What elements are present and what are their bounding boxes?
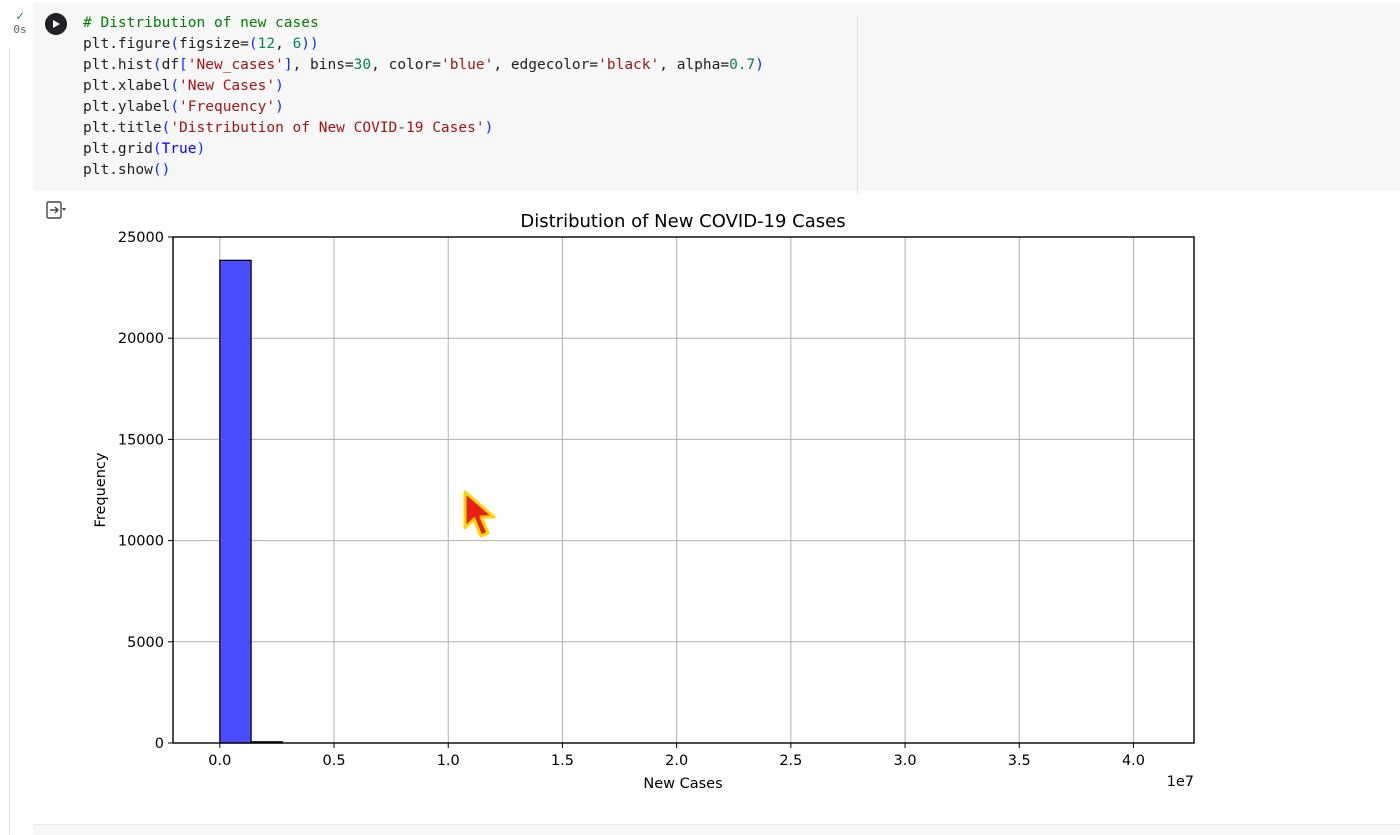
code-line: plt.figure(figsize=(12, 6))	[83, 34, 764, 55]
code-token: ()	[152, 162, 171, 178]
run-cell-button[interactable]	[45, 13, 67, 35]
code-token: figsize=	[179, 36, 249, 52]
x-tick-label: 4.0	[1122, 753, 1145, 769]
code-token: plt.title	[83, 120, 162, 136]
code-line: plt.ylabel('Frequency')	[83, 97, 764, 118]
code-token: 'New_cases'	[187, 57, 284, 73]
code-token: , color=	[371, 57, 441, 73]
code-token: True	[161, 141, 197, 157]
code-token: 'blue'	[440, 57, 494, 73]
histogram-bars	[219, 259, 284, 744]
code-token: plt.xlabel	[83, 78, 171, 94]
y-axis-label: Frequency	[93, 452, 109, 527]
cell-gutter-line	[9, 48, 10, 834]
code-token: ]	[283, 57, 293, 73]
code-token: 12	[257, 36, 276, 52]
y-tick-label: 5000	[127, 635, 164, 651]
y-tick-label: 20000	[118, 331, 164, 347]
x-tick-label: 0.0	[208, 753, 231, 769]
code-line: plt.hist(df['New_cases'], bins=30, color…	[83, 55, 764, 76]
x-tick-label: 2.5	[779, 753, 802, 769]
code-token: 'New Cases'	[179, 78, 276, 94]
axis-ticks: 0.0 0.5 1.0 1.5 2.0 2.5 3.0 3.5 4.0 0 5000 10000 150…	[118, 230, 1145, 769]
code-token: )	[196, 141, 206, 157]
output-actions-icon[interactable]	[44, 199, 68, 221]
x-axis-label: New Cases	[643, 776, 722, 792]
code-token: )	[755, 57, 765, 73]
execution-status: ✓ 0s	[8, 10, 32, 36]
code-token: )	[275, 99, 284, 115]
grid-lines	[173, 236, 1194, 744]
execution-time: 0s	[13, 23, 27, 36]
chart-title: Distribution of New COVID-19 Cases	[520, 211, 845, 232]
code-token: 0.7	[729, 57, 756, 73]
code-token: (	[152, 57, 162, 73]
code-line: plt.title('Distribution of New COVID-19 …	[83, 118, 764, 139]
code-token: [	[179, 57, 188, 73]
code-cell-divider	[857, 17, 858, 194]
code-token: 6	[292, 36, 302, 52]
code-token: 'Distribution of New COVID-19 Cases'	[170, 120, 485, 136]
code-token: plt.figure	[83, 36, 171, 52]
code-token: , alpha=	[659, 57, 730, 73]
y-tick-label: 25000	[118, 230, 164, 246]
code-line: # Distribution of new cases	[83, 13, 764, 34]
code-token: 30	[353, 57, 372, 73]
code-token: )	[484, 120, 494, 136]
x-tick-label: 3.0	[894, 753, 917, 769]
code-token: , bins=	[292, 57, 354, 73]
code-token: plt.ylabel	[83, 99, 171, 115]
y-tick-label: 0	[155, 736, 164, 752]
y-tick-label: 15000	[118, 432, 164, 448]
mouse-pointer-icon	[463, 490, 496, 538]
code-line: plt.grid(True)	[83, 139, 764, 160]
code-token: plt.grid	[83, 141, 153, 157]
code-token: (	[161, 120, 171, 136]
code-token: df	[161, 57, 180, 73]
code-editor[interactable]: # Distribution of new cases plt.figure(fi…	[83, 13, 764, 181]
plot-frame	[172, 236, 1195, 744]
next-code-cell[interactable]	[33, 824, 1400, 835]
code-token: plt.show	[83, 162, 153, 178]
code-token: )	[275, 78, 284, 94]
histogram-bar	[219, 259, 252, 744]
code-token: (	[170, 99, 180, 115]
play-icon	[53, 20, 60, 28]
code-token: # Distribution of new cases	[83, 15, 319, 31]
x-tick-label: 3.5	[1008, 753, 1031, 769]
histogram-chart: Distribution of New COVID-19 Cases 0.0 0.…	[93, 211, 1195, 792]
code-token: 'black'	[598, 57, 660, 73]
code-token: ,	[275, 36, 293, 52]
x-tick-label: 1.0	[437, 753, 460, 769]
code-token: , edgecolor=	[493, 57, 599, 73]
code-token: (	[248, 36, 258, 52]
code-token: (	[170, 78, 180, 94]
code-line: plt.show()	[83, 160, 764, 181]
x-tick-label: 1.5	[551, 753, 574, 769]
code-token: ))	[301, 36, 319, 52]
x-offset-label: 1e7	[1167, 774, 1194, 790]
success-check-icon: ✓	[16, 9, 24, 24]
x-tick-label: 0.5	[322, 753, 345, 769]
code-token: 'Frequency'	[179, 99, 276, 115]
y-tick-label: 10000	[118, 534, 164, 550]
x-tick-label: 2.0	[665, 753, 688, 769]
code-token: (	[170, 36, 180, 52]
code-token: (	[152, 141, 162, 157]
code-token: plt.hist	[83, 57, 153, 73]
code-line: plt.xlabel('New Cases')	[83, 76, 764, 97]
